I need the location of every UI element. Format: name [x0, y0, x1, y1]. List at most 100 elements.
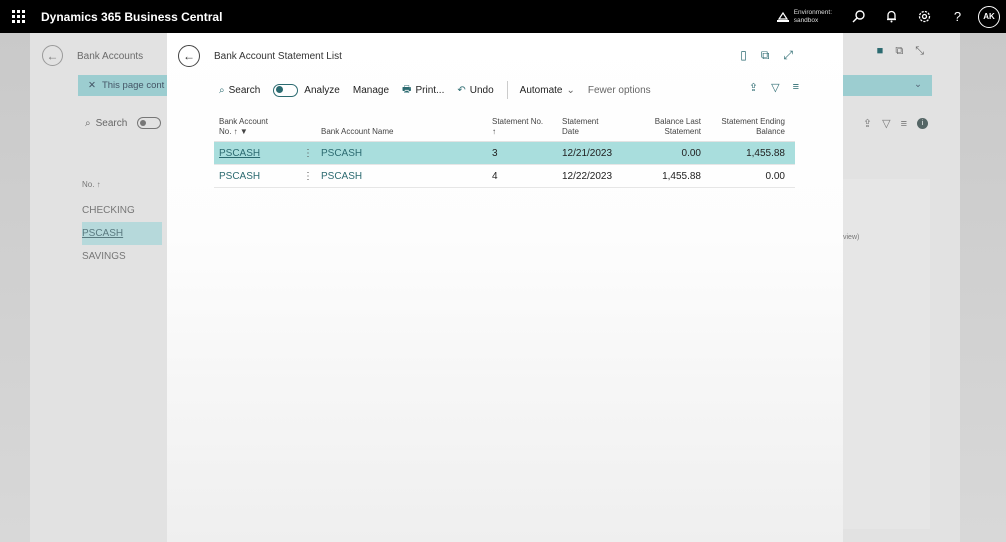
row-actions-icon[interactable]: ⋮ — [303, 148, 313, 159]
background-list: No. ↑ CHECKING PSCASH SAVINGS — [82, 180, 162, 268]
dialog-actions: ▯ ⧉ ⤢ — [740, 48, 793, 63]
top-bar: Dynamics 365 Business Central Environmen… — [0, 0, 1006, 33]
environment-icon — [776, 11, 789, 22]
divider — [506, 81, 508, 99]
cell-statement-no: 3 — [492, 148, 498, 159]
column-header-bank-account-no[interactable]: Bank Account No. ↑ ▼ — [219, 117, 268, 136]
environment-label: Environment: — [793, 8, 832, 16]
back-arrow-icon[interactable]: ← — [178, 45, 200, 67]
cell-statement-date: 12/22/2023 — [562, 171, 613, 182]
table-row[interactable]: PSCASH ⋮ PSCASH 4 12/22/2023 1,455.88 0.… — [214, 165, 795, 188]
undo-icon: ↶ — [457, 84, 466, 96]
automate-button[interactable]: Automate ⌄ — [520, 85, 575, 96]
search-label: Search — [228, 84, 261, 96]
header-line: No. ↑ ▼ — [219, 126, 248, 136]
command-bar: ⌕ Search Analyze Manage 🖶 Print... ↶ Und… — [219, 80, 799, 100]
cell-statement-no: 4 — [492, 171, 498, 182]
back-arrow-icon[interactable]: ← — [42, 45, 63, 66]
manage-label: Manage — [352, 84, 390, 96]
environment-indicator[interactable]: Environment: sandbox — [776, 9, 832, 25]
close-icon[interactable]: ✕ — [88, 80, 96, 91]
environment-name: sandbox — [793, 16, 819, 24]
table-row[interactable]: PSCASH ⋮ PSCASH 3 12/21/2023 0.00 1,455.… — [214, 142, 795, 165]
header-line: Balance — [756, 126, 785, 136]
bookmark-icon[interactable]: ■ — [877, 45, 884, 58]
header-line: Balance Last — [654, 117, 701, 126]
search-label: Search — [95, 117, 128, 129]
list-item[interactable]: SAVINGS — [82, 245, 162, 268]
cell-statement-ending-balance: 1,455.88 — [746, 148, 785, 159]
header-line: Statement — [664, 126, 701, 136]
expand-icon[interactable]: ⤢ — [783, 48, 793, 63]
cell-bank-account-no[interactable]: PSCASH — [219, 171, 260, 182]
row-actions-icon[interactable]: ⋮ — [303, 171, 313, 182]
avatar[interactable]: AK — [978, 5, 1000, 28]
background-search[interactable]: ⌕ Search — [85, 117, 162, 129]
waffle-icon[interactable] — [0, 0, 36, 33]
filter-icon[interactable]: ▽ — [771, 81, 779, 94]
search-icon[interactable] — [842, 0, 875, 33]
open-new-window-icon[interactable]: ⧉ — [761, 48, 770, 63]
workspace: ← Bank Accounts ■ ⧉ ⤡ ✕ This page cont ⌄… — [0, 33, 1006, 542]
header-line: Bank Account — [219, 117, 268, 126]
manage-button[interactable]: Manage — [353, 85, 389, 96]
cell-statement-date: 12/21/2023 — [562, 148, 613, 159]
header-line: Statement — [562, 117, 599, 126]
header-line: Date — [562, 126, 579, 136]
open-new-window-icon[interactable]: ⧉ — [895, 45, 903, 58]
column-header-no[interactable]: No. ↑ — [82, 180, 162, 189]
printer-icon: 🖶 — [402, 83, 412, 95]
help-icon[interactable]: ? — [941, 0, 974, 33]
bookmark-icon[interactable]: ▯ — [740, 48, 747, 63]
search-button[interactable]: ⌕ Search — [219, 85, 260, 96]
collapse-icon[interactable]: ⤡ — [915, 45, 924, 58]
list-view-icon[interactable]: ≡ — [901, 118, 907, 130]
toggle-switch[interactable] — [273, 83, 299, 97]
analyze-label: Analyze — [304, 84, 340, 96]
notification-text: This page cont — [101, 80, 165, 91]
automate-label: Automate — [519, 84, 563, 96]
header-line: ↑ — [492, 126, 496, 136]
chevron-down-icon: ⌄ — [566, 84, 575, 96]
column-header-balance-last-statement[interactable]: Balance Last Statement — [655, 117, 701, 136]
share-icon[interactable]: ⇪ — [749, 81, 758, 94]
fewer-options-label: Fewer options — [587, 84, 651, 96]
cell-bank-account-name: PSCASH — [321, 148, 363, 159]
app-title[interactable]: Dynamics 365 Business Central — [41, 10, 222, 24]
list-view-icon[interactable]: ≡ — [793, 81, 799, 94]
print-label: Print... — [415, 84, 445, 96]
print-button[interactable]: 🖶 Print... — [402, 82, 444, 99]
search-icon: ⌕ — [219, 84, 225, 96]
cell-bank-account-no[interactable]: PSCASH — [219, 148, 260, 159]
share-icon[interactable]: ⇪ — [863, 117, 872, 130]
list-item[interactable]: PSCASH — [82, 222, 162, 245]
undo-button[interactable]: ↶ Undo — [457, 85, 493, 96]
undo-label: Undo — [469, 84, 494, 96]
filter-icon[interactable]: ▽ — [882, 117, 890, 130]
search-icon: ⌕ — [85, 117, 91, 129]
fewer-options-button[interactable]: Fewer options — [588, 85, 651, 96]
chevron-down-icon[interactable]: ⌄ — [914, 79, 922, 90]
analyze-toggle[interactable]: Analyze — [273, 83, 340, 97]
column-header-bank-account-name[interactable]: Bank Account Name — [321, 127, 393, 137]
background-toolbar-right: ⇪ ▽ ≡ i — [863, 117, 928, 130]
statement-list-dialog: ← Bank Account Statement List ▯ ⧉ ⤢ ⌕ Se… — [167, 33, 843, 542]
factbox-pane: is view) — [830, 179, 930, 529]
info-icon[interactable]: i — [917, 118, 928, 129]
table-header: Bank Account No. ↑ ▼ Bank Account Name S… — [214, 115, 795, 142]
column-header-statement-no[interactable]: Statement No. ↑ — [492, 117, 543, 136]
header-line: Statement Ending — [721, 117, 785, 126]
cell-balance-last-statement: 1,455.88 — [662, 171, 701, 182]
command-bar-right: ⇪ ▽ ≡ — [749, 81, 799, 94]
column-header-statement-ending-balance[interactable]: Statement Ending Balance — [721, 117, 785, 136]
bell-icon[interactable] — [875, 0, 908, 33]
background-page-title: Bank Accounts — [77, 51, 144, 62]
gear-icon[interactable] — [908, 0, 941, 33]
list-item[interactable]: CHECKING — [82, 199, 162, 222]
background-page-actions: ■ ⧉ ⤡ — [877, 45, 924, 58]
analyze-toggle[interactable] — [137, 117, 162, 129]
statement-table: Bank Account No. ↑ ▼ Bank Account Name S… — [214, 115, 795, 188]
column-header-statement-date[interactable]: Statement Date — [562, 117, 598, 136]
cell-balance-last-statement: 0.00 — [681, 148, 701, 159]
page-title: Bank Account Statement List — [214, 51, 342, 62]
